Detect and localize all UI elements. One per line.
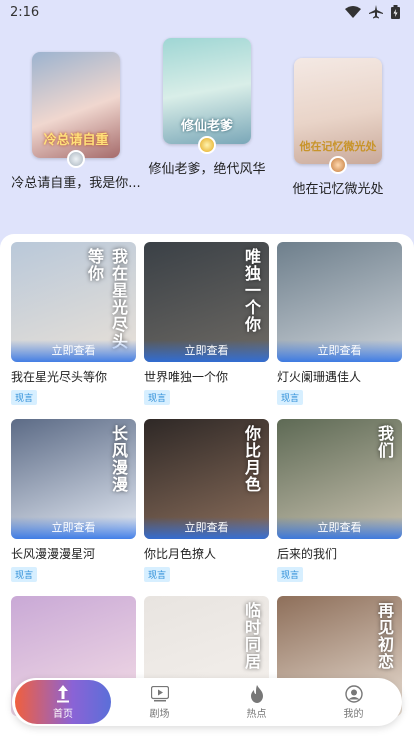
genre-tag: 现言 [277, 390, 304, 405]
drama-card[interactable]: 长风漫漫立即查看长风漫漫漫星河 现言 [11, 419, 136, 582]
drama-title: 他在记忆微光处 [292, 182, 384, 197]
drama-card[interactable]: 我们立即查看后来的我们现言 [277, 419, 402, 582]
genre-tag: 现言 [11, 390, 38, 405]
drama-grid: 我在星光尽头等你 立即查看 我在星光尽头等你 现言 唯独一个你 立即查看 世界唯独一个你 现言… [11, 242, 405, 716]
status-bar: 2:16 [0, 0, 414, 24]
genre-tag: 现言 [144, 390, 171, 405]
home-upload-icon [56, 684, 70, 703]
tab-label: 首页 [53, 708, 73, 720]
wifi-icon [345, 6, 361, 18]
genre-tag: 现言 [11, 567, 38, 582]
watch-now-button[interactable]: 立即查看 [144, 517, 269, 539]
cover-art-title: 他在记忆微光处 [299, 140, 377, 153]
silver-medal-icon [67, 150, 85, 168]
drama-list-panel: 我在星光尽头等你 立即查看 我在星光尽头等你 现言 唯独一个你 立即查看 世界唯独一个你 现言… [0, 234, 414, 736]
drama-title: 世界唯独一个你 [144, 370, 229, 384]
drama-cover-image[interactable]: 唯独一个你立即查看 [144, 242, 269, 362]
watch-now-button[interactable]: 立即查看 [277, 340, 402, 362]
watch-now-button[interactable]: 立即查看 [11, 517, 136, 539]
drama-title: 长风漫漫漫星河 [11, 547, 96, 561]
tab-label: 热点 [246, 708, 267, 720]
poster-title-text: 临时同居 [242, 602, 261, 670]
battery-icon [391, 5, 400, 19]
watch-now-button[interactable]: 立即查看 [144, 340, 269, 362]
play-icon [150, 685, 169, 703]
airplane-icon [369, 5, 383, 19]
flame-icon [250, 684, 264, 703]
drama-cover-image[interactable]: 我们立即查看 [277, 419, 402, 539]
gold-medal-icon [198, 136, 216, 154]
drama-title: 灯火阑珊遇佳人 [277, 370, 362, 384]
user-icon [344, 684, 363, 703]
poster-title-text: 长风漫漫 [109, 425, 128, 493]
top-ranking: 冷总请自重 冷总请自重，我是你... 修仙老爹 修仙老爹，绝代风华 他在记忆微光… [0, 24, 414, 234]
cover-image: 修仙老爹 [163, 38, 251, 144]
tab-home[interactable]: 首页 [15, 680, 111, 724]
poster-title-text: 唯独一个你 [242, 248, 261, 333]
genre-tag: 现言 [277, 567, 304, 582]
status-time: 2:16 [10, 4, 40, 20]
bottom-tab-bar: 首页 剧场 热点 我的 [12, 678, 402, 726]
cover-image: 冷总请自重 [32, 52, 120, 158]
drama-title: 你比月色撩人 [144, 547, 217, 561]
drama-title: 后来的我们 [277, 547, 338, 561]
drama-title: 修仙老爹，绝代风华 [148, 162, 266, 177]
top-rank-3[interactable]: 他在记忆微光处 他在记忆微光处 [278, 58, 398, 197]
drama-cover-image[interactable]: 立即查看 [277, 242, 402, 362]
bronze-medal-icon [329, 156, 347, 174]
tab-label: 我的 [343, 708, 364, 720]
drama-title: 我在星光尽头等你 [11, 370, 108, 384]
watch-now-button[interactable]: 立即查看 [277, 517, 402, 539]
tab-hot[interactable]: 热点 [208, 678, 305, 726]
drama-cover-image[interactable]: 我在星光尽头等你 立即查看 [11, 242, 136, 362]
poster-title-text: 你比月色 [242, 425, 261, 493]
drama-cover-image[interactable]: 你比月色立即查看 [144, 419, 269, 539]
drama-card[interactable]: 立即查看灯火阑珊遇佳人 现言 [277, 242, 402, 405]
tab-theater[interactable]: 剧场 [111, 678, 208, 726]
drama-title: 冷总请自重，我是你... [11, 176, 141, 191]
poster-title-text: 再见初恋 [375, 602, 394, 670]
top-rank-1[interactable]: 修仙老爹 修仙老爹，绝代风华 [144, 38, 270, 177]
status-icons [345, 5, 400, 19]
genre-tag: 现言 [144, 567, 171, 582]
tab-label: 剧场 [149, 708, 170, 720]
poster-title-text: 我们 [375, 425, 394, 459]
drama-card[interactable]: 唯独一个你立即查看世界唯独一个你 现言 [144, 242, 269, 405]
top-rank-2[interactable]: 冷总请自重 冷总请自重，我是你... [8, 52, 144, 191]
cover-art-title: 修仙老爹 [180, 119, 233, 134]
tab-mine[interactable]: 我的 [305, 678, 402, 726]
drama-card[interactable]: 你比月色立即查看你比月色撩人 现言 [144, 419, 269, 582]
cover-art-title: 冷总请自重 [43, 133, 109, 148]
cover-image: 他在记忆微光处 [294, 58, 382, 164]
drama-card[interactable]: 我在星光尽头等你 立即查看我在星光尽头等你 现言 [11, 242, 136, 405]
watch-now-button[interactable]: 立即查看 [11, 340, 136, 362]
drama-cover-image[interactable]: 长风漫漫立即查看 [11, 419, 136, 539]
